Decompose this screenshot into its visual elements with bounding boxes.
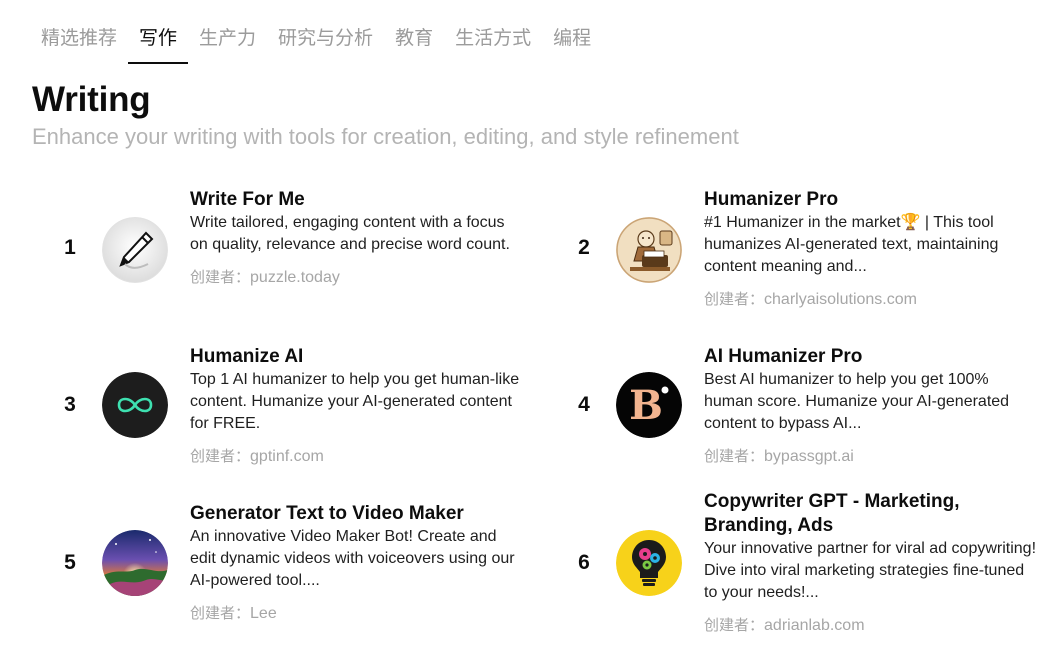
writer-at-typewriter-icon	[616, 217, 682, 283]
gpt-title: Generator Text to Video Maker	[190, 503, 464, 524]
tab-education[interactable]: 教育	[384, 16, 444, 64]
gpt-description: Your innovative partner for viral ad cop…	[704, 540, 1037, 601]
rank-number: 5	[64, 551, 76, 574]
gpt-author: 创建者：gptinf.com	[190, 447, 324, 465]
gpt-card-text-to-video[interactable]: 5 Generator Text to Video Maker An innov…	[60, 502, 540, 642]
gpt-title: Humanizer Pro	[704, 189, 839, 210]
gpt-description: Write tailored, engaging content with a …	[190, 214, 510, 253]
section-subtitle: Enhance your writing with tools for crea…	[32, 124, 739, 149]
category-tabs: 精选推荐 写作 生产力 研究与分析 教育 生活方式 编程	[30, 16, 602, 64]
rank-number: 2	[578, 236, 590, 259]
gpt-card-humanizer-pro[interactable]: 2 Humanizer Pro #1 Humanizer in the mark…	[574, 188, 1054, 328]
tab-programming[interactable]: 编程	[542, 16, 602, 64]
gpt-title: AI Humanizer Pro	[704, 346, 863, 367]
tab-research-analysis[interactable]: 研究与分析	[267, 16, 384, 64]
svg-text:B: B	[629, 382, 663, 429]
tab-featured[interactable]: 精选推荐	[30, 16, 128, 64]
gpt-title: Copywriter GPT - Marketing, Branding, Ad…	[704, 491, 960, 536]
gpt-description: Top 1 AI humanizer to help you get human…	[190, 371, 520, 432]
gpt-author: 创建者：adrianlab.com	[704, 616, 865, 634]
gpt-author: 创建者：bypassgpt.ai	[704, 447, 854, 465]
gpt-author: 创建者：puzzle.today	[190, 268, 340, 286]
pen-icon	[102, 217, 168, 283]
tab-productivity[interactable]: 生产力	[188, 16, 267, 64]
lightbulb-gears-icon	[616, 530, 682, 596]
tab-lifestyle[interactable]: 生活方式	[444, 16, 542, 64]
rank-number: 1	[64, 236, 76, 259]
gpt-description: Best AI humanizer to help you get 100% h…	[704, 371, 1010, 432]
tab-writing[interactable]: 写作	[128, 16, 189, 64]
gpt-card-humanize-ai[interactable]: 3 Humanize AI Top 1 AI humanizer to help…	[60, 345, 540, 485]
gpt-title: Humanize AI	[190, 346, 304, 367]
gpt-card-ai-humanizer-pro[interactable]: 4 B AI Humanizer Pro Best AI humanizer t…	[574, 345, 1054, 485]
gpt-description: An innovative Video Maker Bot! Create an…	[190, 528, 515, 589]
rank-number: 4	[578, 393, 590, 416]
rank-number: 6	[578, 551, 590, 574]
letter-b-icon: B	[616, 372, 682, 438]
gpt-author: 创建者：charlyaisolutions.com	[704, 290, 917, 308]
infinity-icon	[102, 372, 168, 438]
rank-number: 3	[64, 393, 76, 416]
gpt-card-write-for-me[interactable]: 1 Write For Me Write tailored, engaging …	[60, 188, 540, 328]
fantasy-landscape-icon	[102, 530, 168, 596]
section-title: Writing	[32, 80, 151, 119]
gpt-description: #1 Humanizer in the market🏆 | This tool …	[704, 214, 999, 275]
gpt-author: 创建者：Lee	[190, 604, 277, 622]
gpt-title: Write For Me	[190, 189, 305, 210]
gpt-card-copywriter-gpt[interactable]: 6 Copywriter GPT - Marketing, Branding, …	[574, 490, 1054, 634]
